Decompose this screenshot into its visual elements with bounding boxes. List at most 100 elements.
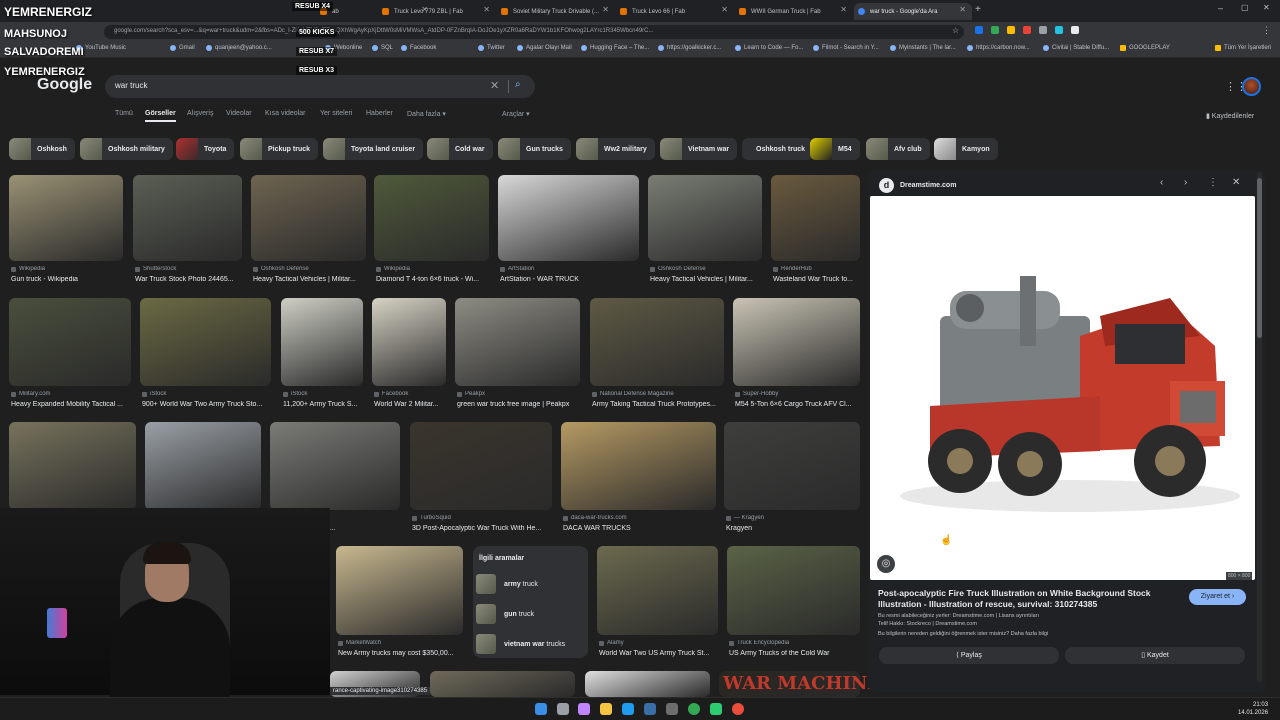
result-title[interactable]: World War 2 Militar... — [374, 401, 446, 408]
bookmark-item[interactable]: Filmot - Search in Y... — [813, 45, 879, 51]
tab-images[interactable]: Görseller — [145, 110, 176, 122]
result-thumbnail[interactable] — [140, 298, 271, 386]
url-field[interactable]: google.com/search?sca_esv=...&q=war+truc… — [104, 25, 964, 39]
result-title[interactable]: Kragyen — [726, 525, 860, 532]
search-input[interactable]: war truck — [115, 81, 147, 90]
result-title[interactable]: Gun truck - Wikipedia — [11, 276, 123, 283]
result-source[interactable]: daca-war-trucks.com — [563, 515, 716, 521]
result-title[interactable]: US Army Trucks of the Cold War — [729, 650, 860, 657]
store-icon[interactable] — [644, 703, 656, 715]
preview-image[interactable] — [870, 196, 1255, 580]
chip[interactable]: Ww2 military — [576, 138, 655, 160]
result-title[interactable]: ArtStation - WAR TRUCK — [500, 276, 639, 283]
chrome-icon[interactable] — [688, 703, 700, 715]
preview-site[interactable]: d Dreamstime.com — [879, 178, 956, 193]
result-thumbnail[interactable] — [9, 298, 131, 386]
related-search-item[interactable]: army truck — [476, 573, 538, 595]
extension-icon[interactable] — [1023, 26, 1031, 34]
result-thumbnail[interactable] — [9, 175, 123, 261]
result-title[interactable]: Heavy Tactical Vehicles | Militar... — [650, 276, 762, 283]
result-source[interactable]: Wikipedia — [11, 266, 123, 272]
tab-more[interactable]: Daha fazla ▾ — [407, 110, 446, 118]
close-tab-icon[interactable]: ✕ — [959, 5, 966, 14]
scrollbar-thumb[interactable] — [1257, 178, 1262, 338]
result-thumbnail[interactable] — [771, 175, 860, 261]
search-taskbar-icon[interactable] — [557, 703, 569, 715]
result-title[interactable]: 3D Post-Apocalyptic War Truck With He... — [412, 525, 552, 532]
close-preview-icon[interactable]: ✕ — [1232, 177, 1240, 188]
maximize-icon[interactable]: ▢ — [1241, 3, 1249, 12]
result-thumbnail[interactable] — [410, 422, 552, 510]
result-thumbnail[interactable] — [372, 298, 446, 386]
result-thumbnail[interactable] — [374, 175, 489, 261]
result-thumbnail[interactable] — [590, 298, 724, 386]
result-thumbnail[interactable] — [498, 175, 639, 261]
edge-icon[interactable] — [622, 703, 634, 715]
chip[interactable]: Toyota land cruiser — [323, 138, 424, 160]
app-icon[interactable] — [732, 703, 744, 715]
result-source[interactable]: Super-Hobby — [735, 391, 860, 397]
result-title[interactable]: Heavy Tactical Vehicles | Militar... — [253, 276, 366, 283]
browser-tab[interactable]: Soviet Military Truck Drivable (... ✕ — [497, 3, 615, 20]
result-title[interactable]: Diamond T 4-ton 6×6 truck - Wi... — [376, 276, 489, 283]
tools-button[interactable]: Araçlar ▾ — [502, 110, 530, 118]
extension-icon[interactable] — [1039, 26, 1047, 34]
bookmark-item[interactable]: Gmail — [170, 45, 195, 51]
result-source[interactable]: RenderHub — [773, 266, 860, 272]
result-thumbnail[interactable] — [336, 546, 463, 635]
result-source[interactable]: Facebook — [374, 391, 446, 397]
extension-icon[interactable] — [1071, 26, 1079, 34]
browser-tab[interactable]: Truck Levo 66 | Fab ✕ — [616, 3, 734, 20]
tab-web[interactable]: Yer siteleri — [320, 110, 352, 117]
new-tab-icon[interactable]: + — [975, 4, 981, 15]
google-logo[interactable]: Google — [37, 76, 92, 94]
result-thumbnail[interactable] — [648, 175, 762, 261]
result-thumbnail[interactable] — [281, 298, 363, 386]
result-thumbnail[interactable] — [733, 298, 860, 386]
related-search-item[interactable]: gun truck — [476, 603, 534, 625]
bookmark-item[interactable]: Hugging Face – The... — [581, 45, 649, 51]
result-title[interactable]: 900+ World War Two Army Truck Sto... — [142, 401, 271, 408]
chip[interactable]: Oshkosh — [9, 138, 75, 160]
result-title[interactable]: Army Taking Tactical Truck Prototypes... — [592, 401, 724, 408]
visit-button[interactable]: Ziyaret et › — [1189, 589, 1246, 605]
copilot-icon[interactable] — [578, 703, 590, 715]
result-title[interactable]: War Truck Stock Photo 24465... — [135, 276, 242, 283]
all-bookmarks[interactable]: Tüm Yer İşaretleri — [1215, 45, 1271, 51]
result-source[interactable]: iStock — [142, 391, 271, 397]
extension-icon[interactable] — [975, 26, 983, 34]
close-tab-icon[interactable]: ✕ — [602, 5, 609, 14]
result-thumbnail[interactable] — [430, 671, 575, 697]
result-title[interactable]: DACA WAR TRUCKS — [563, 525, 716, 532]
browser-menu-icon[interactable]: ⋮ — [1262, 25, 1271, 36]
system-clock[interactable]: 21:03 14.01.2026 — [1238, 701, 1268, 717]
result-source[interactable]: National Defense Magazine — [592, 391, 724, 397]
save-button[interactable]: ▯ Kaydet — [1065, 647, 1245, 664]
result-title[interactable]: World War Two US Army Truck St... — [599, 650, 718, 657]
result-title[interactable]: Heavy Expanded Mobility Tactical ... — [11, 401, 131, 408]
clear-search-icon[interactable]: ✕ — [490, 79, 499, 92]
chip[interactable]: Oshkosh military — [80, 138, 173, 160]
previous-image-icon[interactable]: ‹ — [1160, 177, 1163, 188]
share-button[interactable]: ⟨ Paylaş — [879, 647, 1059, 664]
preview-scrollbar[interactable] — [1257, 172, 1262, 682]
bookmark-item[interactable]: Learn to Code — Fo... — [735, 45, 803, 51]
close-tab-icon[interactable]: ✕ — [483, 5, 490, 14]
result-source[interactable]: Military.com — [11, 391, 131, 397]
avatar[interactable] — [1242, 77, 1261, 96]
extension-icon[interactable] — [991, 26, 999, 34]
more-options-icon[interactable]: ⋮ — [1208, 177, 1218, 188]
result-source[interactable]: Oshkosh Defense — [253, 266, 366, 272]
result-title[interactable]: M54 5-Ton 6×6 Cargo Truck AFV Cl... — [735, 401, 860, 408]
extension-icon[interactable] — [1055, 26, 1063, 34]
browser-tab-active[interactable]: war truck - Google'da Ara ✕ — [854, 3, 972, 20]
bookmark-star-icon[interactable]: ☆ — [952, 26, 959, 35]
result-source[interactable]: — Kragyen — [726, 515, 860, 521]
result-source[interactable]: TurboSquid — [412, 515, 552, 521]
result-source[interactable]: Alamy — [599, 640, 718, 646]
chip[interactable]: Kamyon — [934, 138, 998, 160]
result-source[interactable]: iStock — [283, 391, 363, 397]
extension-icon[interactable] — [1007, 26, 1015, 34]
result-thumbnail[interactable] — [455, 298, 580, 386]
result-thumbnail[interactable] — [561, 422, 716, 510]
